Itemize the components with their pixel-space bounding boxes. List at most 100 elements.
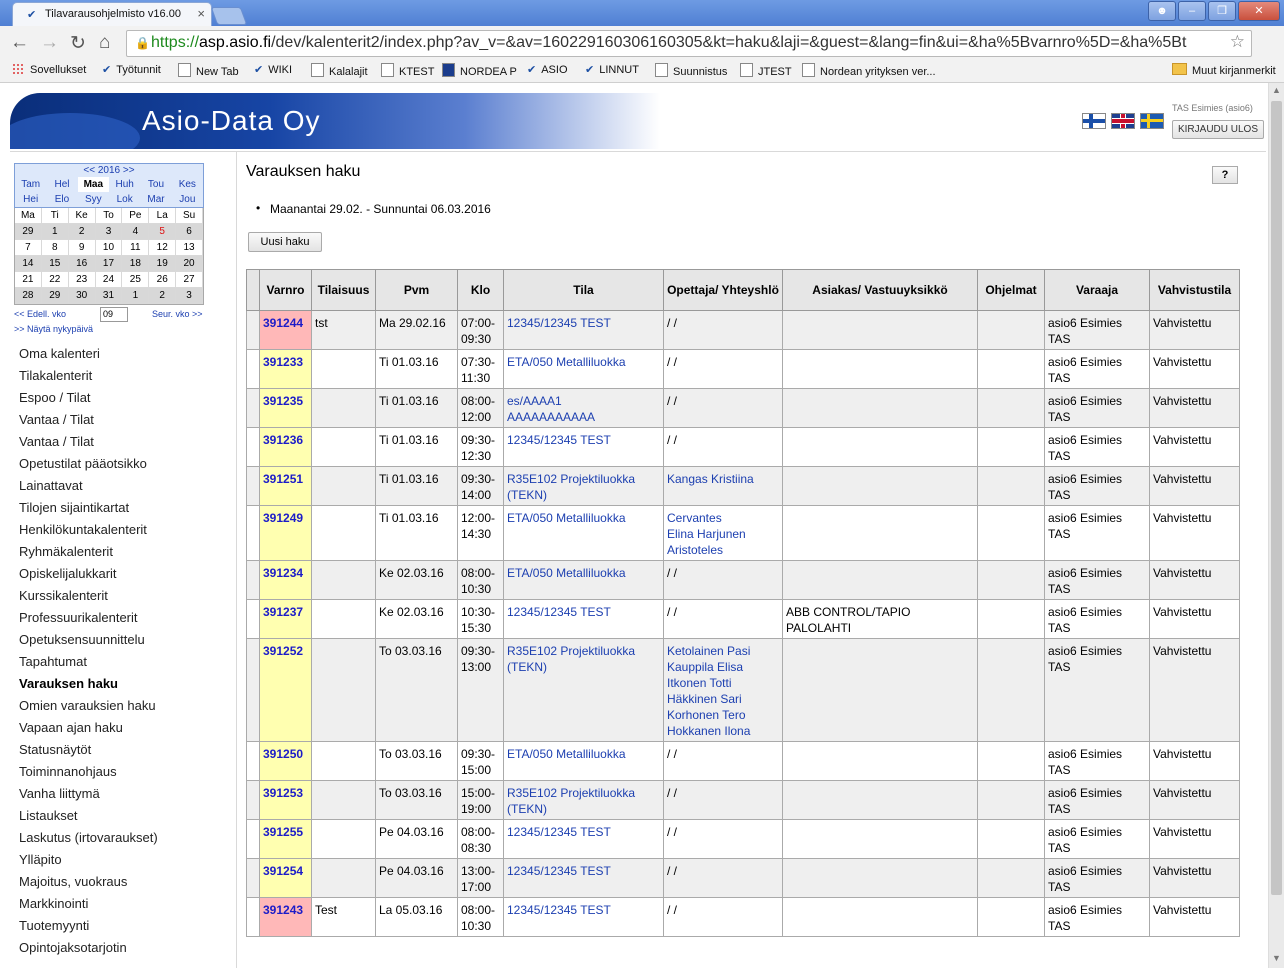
calendar-day[interactable]: 16 [68, 256, 96, 272]
contact-cell-line[interactable]: Hokkanen Ilona [667, 723, 779, 739]
calendar-day[interactable]: 7 [15, 240, 42, 256]
reservation-number-link[interactable]: 391254 [259, 858, 312, 898]
room-link-line[interactable]: ETA/050 Metalliluokka [507, 746, 660, 762]
room-link-line[interactable]: (TEKN) [507, 487, 660, 503]
room-link[interactable]: ETA/050 Metalliluokka [503, 505, 664, 561]
reload-icon[interactable]: ↻ [70, 32, 86, 55]
bookmark-linnut[interactable]: ✔ LINNUT [585, 63, 639, 76]
calendar-day[interactable]: 28 [15, 288, 42, 304]
month-link[interactable]: Hei [15, 192, 46, 207]
sidebar-item-lainattavat[interactable]: Lainattavat [19, 475, 158, 497]
sidebar-item-tilakalenterit[interactable]: Tilakalenterit [19, 365, 158, 387]
sidebar-item-tapahtumat[interactable]: Tapahtumat [19, 651, 158, 673]
sidebar-item-laskutus-irtovaraukset[interactable]: Laskutus (irtovaraukset) [19, 827, 158, 849]
month-link[interactable]: Lok [109, 192, 140, 207]
scroll-down-icon[interactable]: ▼ [1272, 953, 1281, 963]
room-link-line[interactable]: 12345/12345 TEST [507, 824, 660, 840]
sidebar-item-ryhmäkalenterit[interactable]: Ryhmäkalenterit [19, 541, 158, 563]
room-link[interactable]: ETA/050 Metalliluokka [503, 560, 664, 600]
reservation-number-link[interactable]: 391235 [259, 388, 312, 428]
reservation-number-link[interactable]: 391233 [259, 349, 312, 389]
bookmark-apps[interactable]: Sovellukset [12, 63, 86, 76]
calendar-day[interactable]: 27 [176, 272, 203, 288]
calendar-day[interactable]: 2 [149, 288, 177, 304]
calendar-day[interactable]: 12 [149, 240, 177, 256]
table-row[interactable]: 391249 Ti 01.03.16 12:00- 14:30 ETA/050 Meta… [246, 505, 1240, 561]
reservation-number-link[interactable]: 391236 [259, 427, 312, 467]
reservation-number-link[interactable]: 391250 [259, 741, 312, 781]
help-button[interactable]: ? [1212, 166, 1238, 184]
calendar-day[interactable]: 11 [122, 240, 150, 256]
calendar-day[interactable]: 18 [122, 256, 150, 272]
room-link-line[interactable]: R35E102 Projektiluokka [507, 471, 660, 487]
bookmark-nordean-yrityksen[interactable]: Nordean yrityksen ver... [802, 63, 936, 78]
month-link[interactable]: Syy [78, 192, 109, 207]
reservation-number-link[interactable]: 391253 [259, 780, 312, 820]
contact-cell-line[interactable]: Häkkinen Sari [667, 691, 779, 707]
sidebar-item-kurssikalenterit[interactable]: Kurssikalenterit [19, 585, 158, 607]
bookmark-jtest[interactable]: JTEST [740, 63, 792, 78]
bookmark-other[interactable]: Muut kirjanmerkit [1172, 63, 1276, 77]
calendar-day[interactable]: 1 [122, 288, 150, 304]
month-link-current[interactable]: Maa [77, 177, 109, 192]
month-link[interactable]: Mar [140, 192, 171, 207]
calendar-day[interactable]: 4 [122, 224, 150, 240]
sidebar-item-varauksen-haku[interactable]: Varauksen haku [19, 673, 158, 695]
bookmark-suunnistus[interactable]: Suunnistus [655, 63, 727, 78]
sidebar-item-tilojen-sijaintikartat[interactable]: Tilojen sijaintikartat [19, 497, 158, 519]
header-asiakas[interactable]: Asiakas/ Vastuuyksikkö [782, 269, 978, 311]
room-link-line[interactable]: (TEKN) [507, 801, 660, 817]
table-row[interactable]: 391244 tst Ma 29.02.16 07:00- 09:30 12345/123… [246, 310, 1240, 350]
calendar-day[interactable]: 6 [176, 224, 203, 240]
calendar-day[interactable]: 3 [176, 288, 203, 304]
room-link[interactable]: es/AAAA1 AAAAAAAAAAA [503, 388, 664, 428]
reservation-number-link[interactable]: 391255 [259, 819, 312, 859]
bookmark-new-tab[interactable]: New Tab [178, 63, 239, 78]
calendar-day[interactable]: 17 [95, 256, 123, 272]
contact-cell-line[interactable]: Korhonen Tero [667, 707, 779, 723]
room-link-line[interactable]: R35E102 Projektiluokka [507, 785, 660, 801]
room-link-line[interactable]: R35E102 Projektiluokka [507, 643, 660, 659]
calendar-day[interactable]: 8 [41, 240, 69, 256]
prev-week-link[interactable]: << Edell. vko [14, 309, 66, 319]
month-link[interactable]: Elo [46, 192, 77, 207]
sidebar-item-oma-kalenteri[interactable]: Oma kalenteri [19, 343, 158, 365]
header-varaaja[interactable]: Varaaja [1044, 269, 1150, 311]
calendar-day[interactable]: 2 [68, 224, 96, 240]
calendar-day[interactable]: 31 [95, 288, 123, 304]
month-link[interactable]: Kes [172, 177, 203, 192]
finnish-flag-icon[interactable] [1082, 113, 1106, 129]
table-row[interactable]: 391255 Pe 04.03.16 08:00- 08:30 12345/12345 … [246, 819, 1240, 859]
table-row[interactable]: 391251 Ti 01.03.16 09:30- 14:00 R35E102 Proj… [246, 466, 1240, 506]
header-varnro[interactable]: Varnro [259, 269, 312, 311]
contact-cell-line[interactable]: Aristoteles [667, 542, 779, 558]
room-link-line[interactable]: AAAAAAAAAAA [507, 409, 660, 425]
room-link[interactable]: 12345/12345 TEST [503, 819, 664, 859]
month-link[interactable]: Huh [109, 177, 140, 192]
sidebar-item-professuurikalenterit[interactable]: Professuurikalenterit [19, 607, 158, 629]
user-icon[interactable]: ☻ [1148, 1, 1176, 21]
table-row[interactable]: 391233 Ti 01.03.16 07:30- 11:30 ETA/050 Meta… [246, 349, 1240, 389]
new-search-button[interactable]: Uusi haku [248, 232, 322, 252]
calendar-day[interactable]: 30 [68, 288, 96, 304]
calendar-day[interactable]: 20 [176, 256, 203, 272]
table-row[interactable]: 391243 Test La 05.03.16 08:00- 10:30 12345/12… [246, 897, 1240, 937]
calendar-day[interactable]: 15 [41, 256, 69, 272]
room-link-line[interactable]: (TEKN) [507, 659, 660, 675]
year-nav[interactable]: << 2016 >> [15, 164, 203, 177]
new-tab-button[interactable] [210, 7, 248, 25]
room-link[interactable]: R35E102 Projektiluokka (TEKN) [503, 466, 664, 506]
table-row[interactable]: 391235 Ti 01.03.16 08:00- 12:00 es/AAAA1 AAAA… [246, 388, 1240, 428]
calendar-day[interactable]: 26 [149, 272, 177, 288]
tab-close-icon[interactable]: × [197, 6, 205, 21]
header-pvm[interactable]: Pvm [375, 269, 458, 311]
vertical-scrollbar[interactable]: ▲ ▼ [1268, 83, 1284, 968]
contact-cell-line[interactable]: Cervantes [667, 510, 779, 526]
sidebar-item-opetustilat-pääotsikko[interactable]: Opetustilat pääotsikko [19, 453, 158, 475]
month-link[interactable]: Tam [15, 177, 46, 192]
english-flag-icon[interactable] [1111, 113, 1135, 129]
sidebar-item-espoo-tilat[interactable]: Espoo / Tilat [19, 387, 158, 409]
month-link[interactable]: Tou [140, 177, 171, 192]
header-ohjelmat[interactable]: Ohjelmat [977, 269, 1045, 311]
calendar-day[interactable]: 1 [41, 224, 69, 240]
